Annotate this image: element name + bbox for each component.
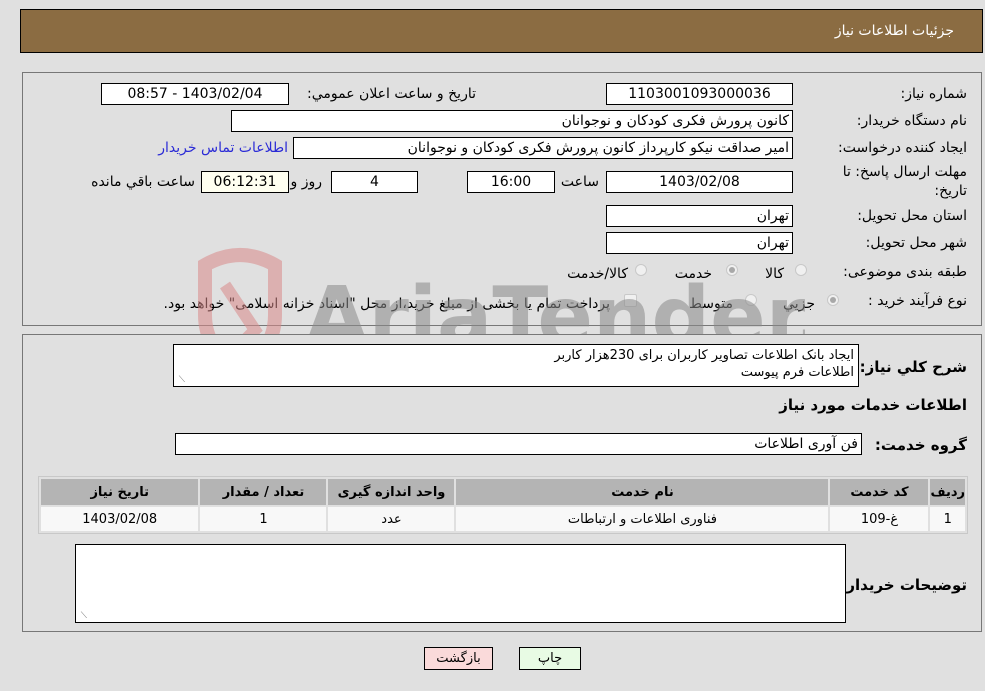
cell-service-name: فناوری اطلاعات و ارتباطات bbox=[456, 507, 829, 531]
category-option-goods: کالا bbox=[765, 266, 784, 282]
cell-unit: عدد bbox=[328, 507, 455, 531]
col-need-date: تاریخ نیاز bbox=[41, 479, 199, 505]
buyer-notes-label: توضیحات خریدار: bbox=[840, 576, 967, 594]
treasury-checkbox[interactable] bbox=[624, 294, 637, 307]
process-option-minor: جزيي bbox=[783, 296, 815, 312]
city-field: تهران bbox=[606, 232, 793, 254]
deadline-label-1: مهلت ارسال پاسخ: تا bbox=[842, 164, 967, 180]
services-table-header: ردیف کد خدمت نام خدمت واحد اندازه گیری ت… bbox=[41, 479, 965, 505]
need-number-label: شماره نیاز: bbox=[900, 86, 968, 102]
process-option-medium: متوسط bbox=[689, 296, 733, 312]
col-quantity: تعداد / مقدار bbox=[200, 479, 327, 505]
requester-field: امیر صداقت نیکو کارپرداز کانون پرورش فکر… bbox=[293, 137, 793, 159]
buyer-org-label: نام دستگاه خریدار: bbox=[856, 113, 967, 129]
category-option-goods-service: کالا/خدمت bbox=[567, 266, 628, 282]
province-label: استان محل تحویل: bbox=[857, 208, 967, 224]
description-line-1: ایجاد بانک اطلاعات تصاویر کاربران برای 2… bbox=[554, 348, 854, 363]
table-row: 1 غ-109 فناوری اطلاعات و ارتباطات عدد 1 … bbox=[41, 507, 965, 531]
cell-need-date: 1403/02/08 bbox=[41, 507, 199, 531]
deadline-date-field: 1403/02/08 bbox=[606, 171, 793, 193]
services-section-title: اطلاعات خدمات مورد نیاز bbox=[779, 396, 967, 414]
requester-label: ایجاد کننده درخواست: bbox=[838, 140, 967, 156]
remaining-days-field: 4 bbox=[331, 171, 418, 193]
city-label: شهر محل تحویل: bbox=[865, 235, 967, 251]
category-option-service: خدمت bbox=[674, 266, 712, 282]
category-radio-goods[interactable] bbox=[795, 264, 807, 276]
print-button[interactable]: چاپ bbox=[519, 647, 581, 670]
resize-grip-icon[interactable]: ⟋ bbox=[176, 376, 185, 385]
services-table: ردیف کد خدمت نام خدمت واحد اندازه گیری ت… bbox=[38, 476, 968, 534]
back-button[interactable]: بازگشت bbox=[424, 647, 493, 670]
category-label: طبقه بندی موضوعی: bbox=[843, 264, 967, 280]
buyer-org-field: کانون پرورش فکری کودکان و نوجوانان bbox=[231, 110, 793, 132]
deadline-time-label: ساعت bbox=[560, 174, 599, 190]
col-unit: واحد اندازه گیری bbox=[328, 479, 455, 505]
need-number-field: 1103001093000036 bbox=[606, 83, 793, 105]
page-title: جزئیات اطلاعات نیاز bbox=[834, 23, 954, 39]
category-radio-service[interactable] bbox=[726, 264, 738, 276]
process-radio-medium[interactable] bbox=[745, 294, 757, 306]
remaining-time-field: 06:12:31 bbox=[201, 171, 289, 193]
col-service-code: کد خدمت bbox=[830, 479, 929, 505]
deadline-time-field: 16:00 bbox=[467, 171, 555, 193]
province-field: تهران bbox=[606, 205, 793, 227]
process-radio-minor[interactable] bbox=[827, 294, 839, 306]
remaining-time-label: ساعت باقي مانده bbox=[91, 174, 195, 190]
cell-row-number: 1 bbox=[930, 507, 965, 531]
buyer-contact-link[interactable]: اطلاعات تماس خریدار bbox=[158, 140, 288, 156]
description-line-2: اطلاعات فرم پیوست bbox=[740, 365, 854, 380]
treasury-note: پرداخت تمام یا بخشی از مبلغ خرید،از محل … bbox=[163, 296, 610, 312]
category-radio-goods-service[interactable] bbox=[635, 264, 647, 276]
announce-datetime-field: 1403/02/04 - 08:57 bbox=[101, 83, 289, 105]
description-label: شرح کلي نیاز: bbox=[859, 358, 967, 376]
description-textarea[interactable]: ایجاد بانک اطلاعات تصاویر کاربران برای 2… bbox=[173, 344, 859, 387]
buyer-notes-textarea[interactable]: ⟋ bbox=[75, 544, 846, 623]
cell-quantity: 1 bbox=[200, 507, 327, 531]
purchase-process-label: نوع فرآیند خرید : bbox=[868, 293, 967, 309]
cell-service-code: غ-109 bbox=[830, 507, 929, 531]
days-label: روز و bbox=[290, 174, 323, 190]
service-group-field: فن آوری اطلاعات bbox=[175, 433, 862, 455]
deadline-label-2: تاریخ: bbox=[934, 183, 967, 199]
service-group-label: گروه خدمت: bbox=[874, 436, 967, 454]
col-row-number: ردیف bbox=[930, 479, 965, 505]
resize-grip-icon[interactable]: ⟋ bbox=[78, 612, 87, 621]
announce-datetime-label: تاریخ و ساعت اعلان عمومي: bbox=[307, 86, 476, 102]
page-header: جزئیات اطلاعات نیاز bbox=[20, 9, 983, 53]
col-service-name: نام خدمت bbox=[456, 479, 829, 505]
